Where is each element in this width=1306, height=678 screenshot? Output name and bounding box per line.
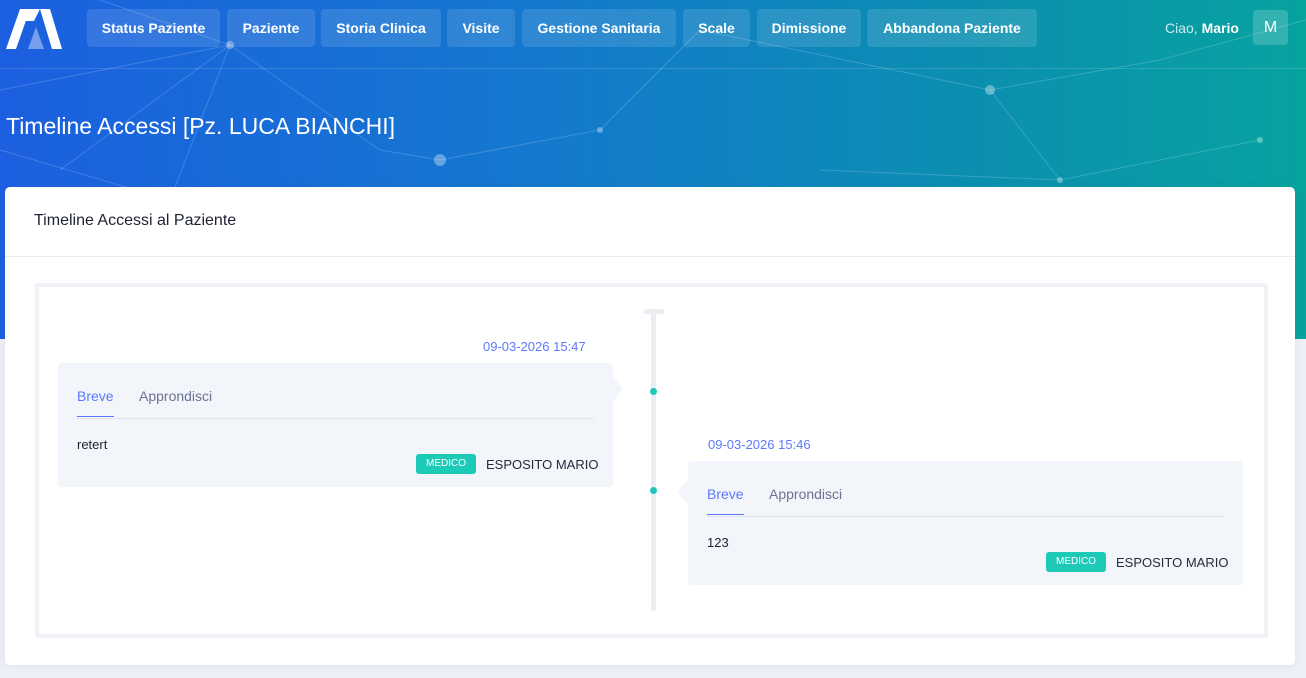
entry-content: retert bbox=[77, 437, 108, 452]
nav-dimissione[interactable]: Dimissione bbox=[757, 9, 861, 47]
tab-breve[interactable]: Breve bbox=[77, 388, 114, 417]
nav-scale[interactable]: Scale bbox=[683, 9, 750, 47]
entry-author: ESPOSITO MARIO bbox=[486, 457, 599, 472]
timeline-entry-left: Breve Approndisci retert MEDICO ESPOSITO… bbox=[58, 363, 623, 487]
nav-status-paziente[interactable]: Status Paziente bbox=[87, 9, 220, 47]
entry-tabs: Breve Approndisci bbox=[77, 380, 594, 419]
timeline-container: 09-03-2026 15:47 Breve Approndisci reter… bbox=[35, 283, 1268, 638]
nav-storia-clinica[interactable]: Storia Clinica bbox=[321, 9, 441, 47]
user-name: Mario bbox=[1201, 20, 1239, 36]
timeline-line bbox=[651, 313, 656, 611]
card-title: Timeline Accessi al Paziente bbox=[34, 212, 237, 229]
nav-gestione-sanitaria[interactable]: Gestione Sanitaria bbox=[522, 9, 676, 47]
nav-visite[interactable]: Visite bbox=[447, 9, 515, 47]
user-greeting: Ciao, Mario bbox=[1165, 20, 1239, 36]
greeting-text: Ciao, bbox=[1165, 20, 1198, 36]
page-title: Timeline Accessi [Pz. LUCA BIANCHI] bbox=[6, 113, 395, 139]
app-logo-icon bbox=[6, 9, 62, 49]
timeline-entry-date: 09-03-2026 15:47 bbox=[483, 339, 586, 354]
user-avatar[interactable]: M bbox=[1253, 10, 1288, 45]
tab-approndisci[interactable]: Approndisci bbox=[139, 388, 212, 416]
timeline-dot bbox=[650, 487, 657, 494]
tab-approndisci[interactable]: Approndisci bbox=[769, 486, 842, 514]
entry-content: 123 bbox=[707, 535, 729, 550]
timeline-card: Timeline Accessi al Paziente 09-03-2026 … bbox=[5, 187, 1295, 665]
tab-breve[interactable]: Breve bbox=[707, 486, 744, 515]
role-badge: MEDICO bbox=[416, 454, 476, 474]
entry-tabs: Breve Approndisci bbox=[707, 478, 1224, 517]
card-header: Timeline Accessi al Paziente bbox=[5, 187, 1295, 257]
timeline-entry-right: Breve Approndisci 123 MEDICO ESPOSITO MA… bbox=[678, 461, 1243, 585]
nav-paziente[interactable]: Paziente bbox=[227, 9, 315, 47]
role-badge: MEDICO bbox=[1046, 552, 1106, 572]
timeline-entry-date: 09-03-2026 15:46 bbox=[708, 437, 811, 452]
entry-author: ESPOSITO MARIO bbox=[1116, 555, 1229, 570]
timeline-dot bbox=[650, 388, 657, 395]
top-navigation-bar: Status Paziente Paziente Storia Clinica … bbox=[0, 0, 1306, 69]
nav-abbandona-paziente[interactable]: Abbandona Paziente bbox=[867, 9, 1037, 47]
